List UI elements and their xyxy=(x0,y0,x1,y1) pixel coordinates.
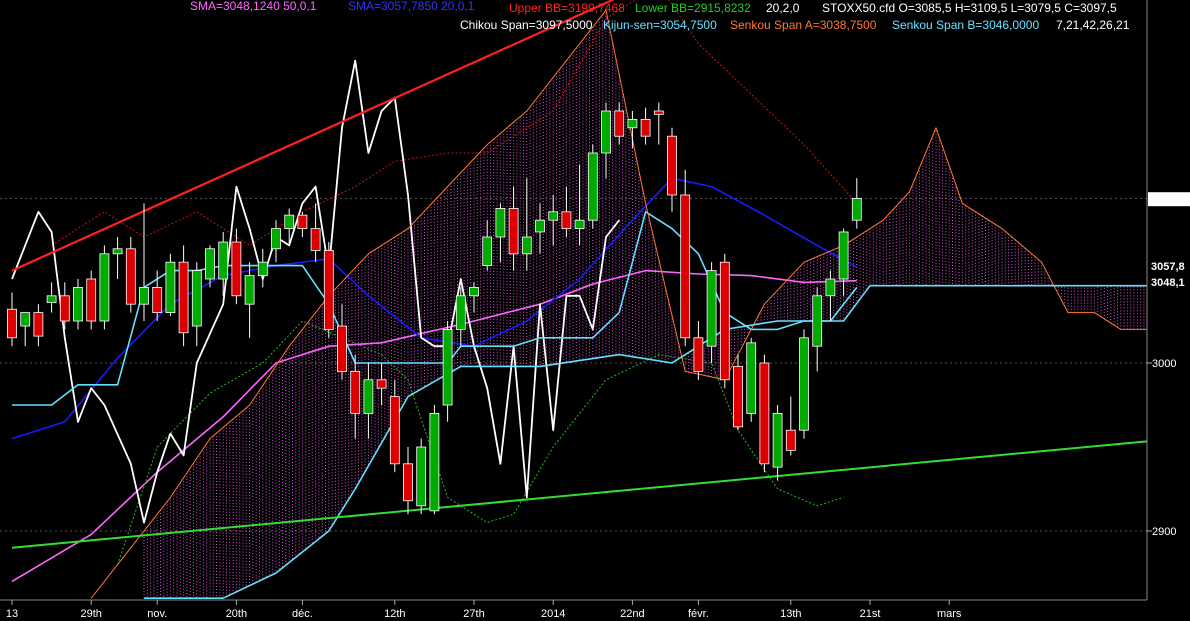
legend-senkou-a: Senkou Span A=3038,7500 xyxy=(730,18,877,32)
legend-sma20: SMA=3057,7850 20,0,1 xyxy=(348,0,475,13)
candle-up[interactable] xyxy=(284,214,295,230)
date-tick-label: 20th xyxy=(226,608,247,620)
candle-up[interactable] xyxy=(601,110,611,154)
candle-up[interactable] xyxy=(112,248,123,255)
candle-up[interactable] xyxy=(851,197,862,221)
candle-down[interactable] xyxy=(389,396,400,465)
date-tick-label: nov. xyxy=(147,608,167,620)
date-tick-label: mars xyxy=(937,608,962,620)
legend-bb-params: 20,2,0 xyxy=(766,1,800,15)
candle-down[interactable] xyxy=(561,211,572,230)
candle-up[interactable] xyxy=(825,278,836,297)
date-tick-label: 22nd xyxy=(620,608,644,620)
candle-up[interactable] xyxy=(482,236,493,266)
date-tick-label: 29th xyxy=(80,608,101,620)
legend-ohlc: STOXX50.cfd O=3085,5 H=3109,5 L=3079,5 C… xyxy=(822,1,1117,15)
candle-up[interactable] xyxy=(455,295,466,330)
price-marker-label: 3097,5 xyxy=(1151,194,1185,206)
price-tick-label: 2900 xyxy=(1152,526,1176,538)
candle-down[interactable] xyxy=(719,261,730,381)
candle-up[interactable] xyxy=(548,211,559,221)
date-tick-label: déc. xyxy=(292,608,313,620)
legend-senkou-b: Senkou Span B=3046,0000 xyxy=(892,18,1039,32)
candle-up[interactable] xyxy=(495,208,506,238)
candle-down[interactable] xyxy=(508,208,519,255)
candle-down[interactable] xyxy=(653,110,664,115)
date-tick-label: 13th xyxy=(780,608,801,620)
legend-ichimoku-params: 7,21,42,26,21 xyxy=(1056,18,1130,32)
candle-down[interactable] xyxy=(231,241,242,297)
candle-down[interactable] xyxy=(310,228,321,251)
candle-up[interactable] xyxy=(271,228,281,250)
legend-upper-bb: Upper BB=3199,7468 xyxy=(509,1,625,15)
candle-up[interactable] xyxy=(46,295,57,303)
candle-down[interactable] xyxy=(297,214,308,230)
candle-up[interactable] xyxy=(574,219,585,229)
candle-up[interactable] xyxy=(627,119,638,129)
candle-up[interactable] xyxy=(99,253,110,322)
date-tick-label: 13 xyxy=(6,608,18,620)
price-marker-label: 3048,1 xyxy=(1151,277,1185,289)
price-marker-label: 3057,8 xyxy=(1151,261,1185,273)
candle-down[interactable] xyxy=(178,261,189,334)
candle-down[interactable] xyxy=(323,250,334,330)
price-tick-label: 3000 xyxy=(1152,358,1176,370)
candle-down[interactable] xyxy=(125,248,136,305)
candle-up[interactable] xyxy=(363,379,374,414)
candle-down[interactable] xyxy=(337,325,347,372)
candle-up[interactable] xyxy=(139,286,149,305)
candle-down[interactable] xyxy=(7,308,17,339)
date-tick-label: 2014 xyxy=(541,608,565,620)
candle-up[interactable] xyxy=(244,275,255,305)
candle-down[interactable] xyxy=(733,365,743,428)
candle-up[interactable] xyxy=(812,295,823,347)
candle-down[interactable] xyxy=(614,110,625,137)
date-tick-label: 27th xyxy=(463,608,484,620)
legend-lower-bb: Lower BB=2915,8232 xyxy=(635,1,751,15)
candle-up[interactable] xyxy=(165,261,176,314)
candle-up[interactable] xyxy=(706,270,717,347)
candle-up[interactable] xyxy=(416,446,427,507)
legend-chikou: Chikou Span=3097,5000 xyxy=(460,18,593,32)
candle-up[interactable] xyxy=(772,412,783,468)
candle-up[interactable] xyxy=(469,286,479,297)
candle-down[interactable] xyxy=(693,337,704,372)
candle-down[interactable] xyxy=(680,194,691,339)
legend-sma50: SMA=3048,1240 50,0,1 xyxy=(190,0,317,13)
candle-up[interactable] xyxy=(838,231,849,280)
candle-up[interactable] xyxy=(521,236,532,255)
candle-down[interactable] xyxy=(350,370,361,414)
candle-up[interactable] xyxy=(799,337,809,431)
date-tick-label: 21st xyxy=(860,608,881,620)
candle-up[interactable] xyxy=(73,286,83,322)
candle-down[interactable] xyxy=(376,379,387,389)
candle-up[interactable] xyxy=(535,219,545,233)
candle-down[interactable] xyxy=(759,362,770,465)
chart-svg[interactable]: 3000 2900 3097,5 3057,8 3048,1 13 29th nov. 20t… xyxy=(0,0,1190,621)
price-axis-panel xyxy=(1147,0,1190,600)
candle-up[interactable] xyxy=(587,152,598,221)
candle-up[interactable] xyxy=(218,241,229,280)
candle-down[interactable] xyxy=(33,312,44,337)
candle-up[interactable] xyxy=(429,412,440,512)
candle-down[interactable] xyxy=(59,295,70,322)
candle-down[interactable] xyxy=(640,119,651,137)
candle-up[interactable] xyxy=(746,342,757,414)
candle-up[interactable] xyxy=(257,261,268,277)
date-tick-label: 12th xyxy=(384,608,405,620)
legend-kijun: Kijun-sen=3054,7500 xyxy=(603,18,717,32)
candle-down[interactable] xyxy=(785,429,796,451)
candle-up[interactable] xyxy=(205,248,215,280)
candle-up[interactable] xyxy=(191,270,202,327)
candle-up[interactable] xyxy=(442,328,453,406)
candle-down[interactable] xyxy=(667,135,677,196)
candle-down[interactable] xyxy=(403,463,413,502)
candle-down[interactable] xyxy=(86,278,97,322)
date-tick-label: févr. xyxy=(688,608,709,620)
candle-up[interactable] xyxy=(20,312,31,327)
candle-down[interactable] xyxy=(152,286,163,313)
